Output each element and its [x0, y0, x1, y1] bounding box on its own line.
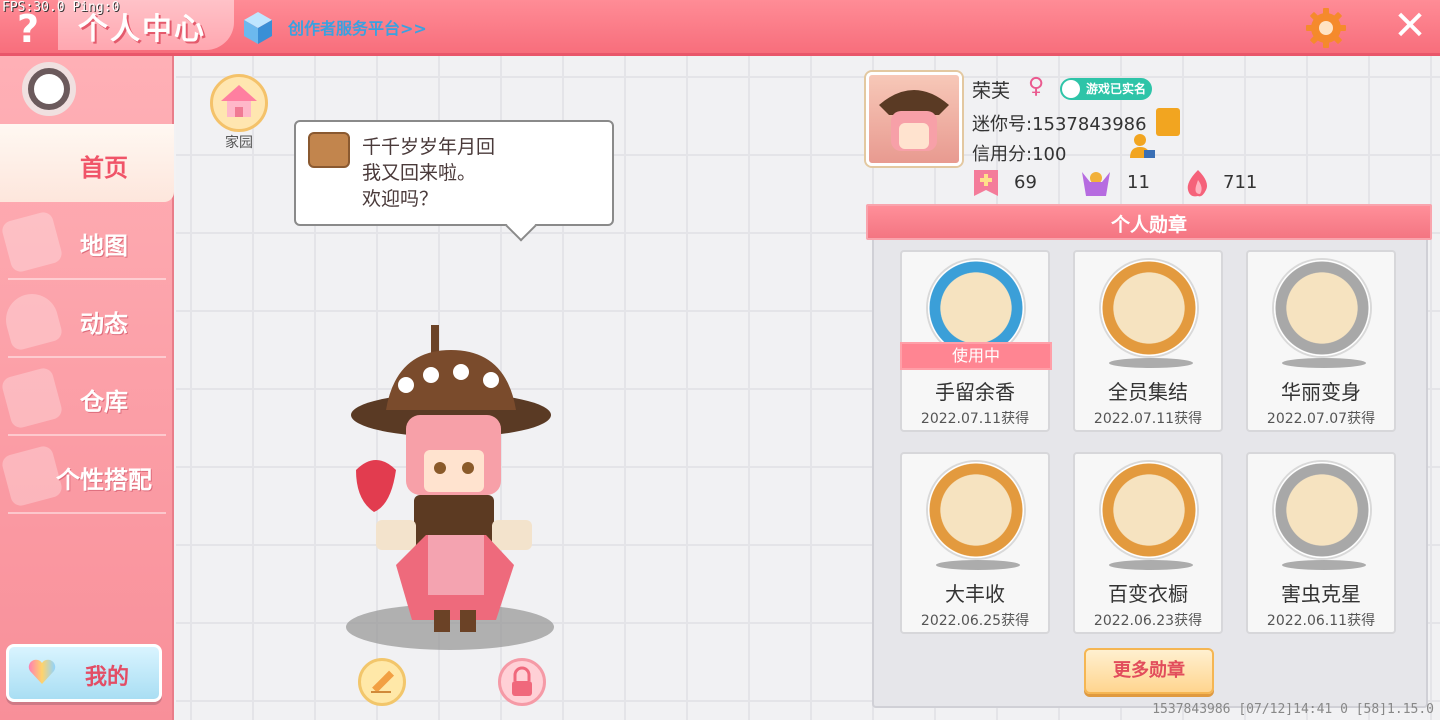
close-button[interactable]: ✕ — [1390, 6, 1430, 46]
bubble-line: 欢迎吗？ — [362, 188, 439, 210]
stat-value: 711 — [1223, 172, 1258, 193]
cheer-icon — [1082, 172, 1110, 196]
medal-date: 2022.06.23获得 — [1093, 613, 1203, 629]
medal-card[interactable]: 全员集结 2022.07.11获得 — [1073, 250, 1223, 432]
home-button[interactable] — [210, 74, 268, 132]
heart-icon — [28, 659, 56, 684]
medal-header: 个人勋章 — [866, 204, 1432, 240]
medal-shadow — [936, 560, 1020, 570]
medal-card[interactable]: 使用中 手留余香 2022.07.11获得 — [900, 250, 1052, 432]
sidebar-item-feed[interactable]: 动态 — [0, 280, 174, 358]
credit-info-icon[interactable] — [1128, 132, 1156, 160]
sidebar-item-label: 动态 — [80, 310, 128, 338]
medal-shadow — [1109, 358, 1193, 368]
mini-id: 迷你号:1537843986 — [972, 114, 1147, 135]
in-use-badge: 使用中 — [900, 342, 1052, 370]
cube-icon[interactable] — [242, 10, 274, 46]
medal-name: 害虫克星 — [1281, 582, 1361, 606]
medal-date: 2022.07.11获得 — [920, 411, 1030, 427]
divider — [8, 512, 166, 514]
stat-value: 69 — [1014, 172, 1037, 193]
profile-avatar[interactable] — [866, 72, 962, 166]
home-label: 家园 — [225, 135, 253, 151]
lock-button[interactable] — [498, 658, 546, 706]
sidebar-item-map[interactable]: 地图 — [0, 202, 174, 280]
bubble-line: 我又回来啦。 — [362, 162, 477, 184]
edit-button[interactable] — [358, 658, 406, 706]
mine-label: 我的 — [85, 665, 130, 690]
record-button[interactable] — [22, 62, 76, 116]
top-bar: ? FPS:30.0 Ping:0 个人中心 创作者服务平台>> ✕ — [0, 0, 1440, 56]
medal-card[interactable]: 害虫克星 2022.06.11获得 — [1246, 452, 1396, 634]
medal-card[interactable]: 大丰收 2022.06.25获得 — [900, 452, 1050, 634]
medal-shadow — [1282, 358, 1366, 368]
creator-platform-link[interactable]: 创作者服务平台>> — [288, 15, 427, 39]
credit-score: 信用分:100 — [972, 144, 1067, 165]
mine-button[interactable]: 我的 — [6, 644, 162, 702]
sidebar-item-outfit[interactable]: 个性搭配 — [0, 436, 174, 514]
medal-header-title: 个人勋章 — [1110, 214, 1187, 236]
medal-badge-icon — [1101, 462, 1197, 558]
sidebar: 首页 地图 动态 仓库 个性搭配 我的 — [0, 56, 174, 720]
pencil-icon — [371, 670, 395, 693]
page-title: 个人中心 — [78, 12, 206, 47]
lock-icon — [512, 666, 532, 696]
medal-card[interactable]: 百变衣橱 2022.06.23获得 — [1073, 452, 1223, 634]
build-info: 1537843986 [07/12]14:41 0 [58]1.15.0 — [1152, 702, 1434, 717]
player-avatar[interactable] — [336, 320, 566, 640]
profile-portrait-icon — [879, 90, 949, 151]
flame-icon — [1187, 170, 1207, 197]
female-icon: ♀ — [1028, 74, 1045, 99]
gear-icon[interactable] — [1304, 6, 1348, 50]
sidebar-item-label: 首页 — [80, 154, 128, 182]
medal-name: 大丰收 — [945, 582, 1005, 606]
house-icon — [221, 85, 257, 117]
speech-bubble: 千千岁岁年月回 我又回来啦。 欢迎吗？ — [294, 120, 614, 226]
stat-value: 11 — [1127, 172, 1150, 193]
sidebar-item-label: 个性搭配 — [56, 466, 152, 494]
medal-shadow — [1282, 560, 1366, 570]
player-name: 荣芙 — [972, 80, 1011, 102]
sidebar-item-label: 仓库 — [80, 388, 128, 416]
more-medals-button[interactable]: 更多勋章 — [1084, 648, 1214, 694]
sidebar-item-home[interactable]: 首页 — [0, 124, 174, 202]
medal-badge-icon — [1101, 260, 1197, 356]
bubble-line: 千千岁岁年月回 — [362, 136, 496, 158]
copy-icon[interactable] — [1156, 108, 1180, 136]
medal-shadow — [1109, 560, 1193, 570]
mascot-icon — [308, 132, 350, 168]
medal-name: 全员集结 — [1108, 380, 1188, 404]
medal-date: 2022.06.25获得 — [920, 613, 1030, 629]
sidebar-item-label: 地图 — [80, 232, 128, 260]
plus-flag-icon — [974, 170, 998, 196]
medal-card[interactable]: 华丽变身 2022.07.07获得 — [1246, 250, 1396, 432]
medal-name: 手留余香 — [935, 380, 1015, 404]
medal-badge-icon — [1274, 260, 1370, 356]
verified-badge: 游戏已实名 — [1060, 78, 1153, 100]
medal-name: 百变衣橱 — [1108, 582, 1188, 606]
medal-date: 2022.07.11获得 — [1093, 411, 1203, 427]
medal-name: 华丽变身 — [1281, 380, 1361, 404]
medal-date: 2022.06.11获得 — [1266, 613, 1376, 629]
medal-badge-icon — [1274, 462, 1370, 558]
medal-date: 2022.07.07获得 — [1266, 411, 1376, 427]
medal-badge-icon — [928, 462, 1024, 558]
sidebar-item-warehouse[interactable]: 仓库 — [0, 358, 174, 436]
